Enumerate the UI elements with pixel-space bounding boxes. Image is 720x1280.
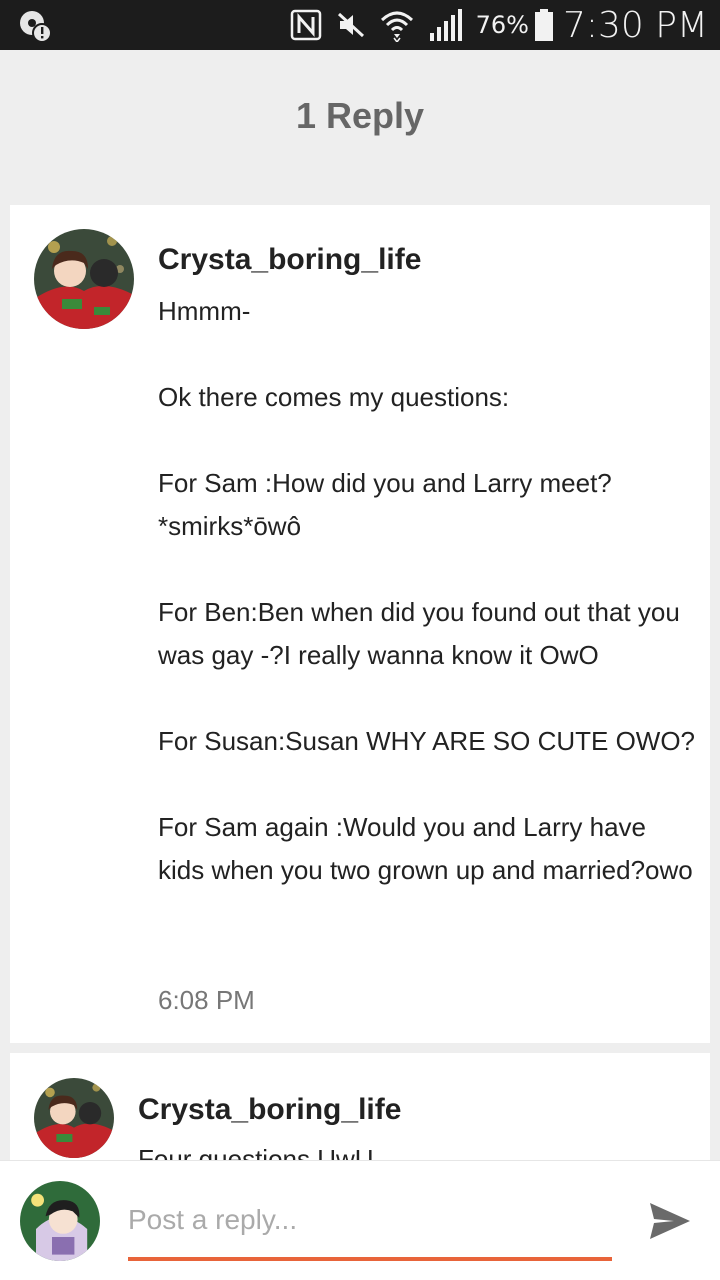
comment-card: Crysta_boring_life Four questions UwU bbox=[10, 1053, 710, 1163]
reply-input-underline bbox=[128, 1257, 612, 1261]
status-time: 7:30 PM bbox=[562, 4, 708, 46]
signal-icon bbox=[429, 9, 462, 41]
comment-username[interactable]: Crysta_boring_life bbox=[158, 243, 421, 277]
battery-percent: 76% bbox=[475, 11, 529, 39]
mute-icon bbox=[337, 12, 364, 38]
comment-body: Hmmm- Ok there comes my questions: For S… bbox=[158, 296, 696, 885]
status-bar: 76% 7:30 PM bbox=[0, 0, 720, 50]
reply-composer bbox=[0, 1160, 720, 1280]
page-title: 1 Reply bbox=[295, 95, 425, 136]
comment-username[interactable]: Crysta_boring_life bbox=[138, 1093, 401, 1127]
comment-timestamp: 6:08 PM bbox=[158, 985, 255, 1015]
notification-alert-icon bbox=[20, 11, 52, 43]
comment-card: Crysta_boring_life Hmmm- Ok there comes … bbox=[10, 205, 710, 1043]
send-icon[interactable] bbox=[648, 1201, 692, 1241]
reply-input[interactable] bbox=[128, 1195, 612, 1245]
wifi-icon bbox=[380, 11, 413, 42]
reply-header: 1 Reply bbox=[0, 50, 720, 200]
avatar[interactable] bbox=[34, 1078, 114, 1158]
nfc-icon bbox=[290, 9, 321, 41]
avatar[interactable] bbox=[34, 229, 134, 329]
avatar[interactable] bbox=[20, 1181, 100, 1261]
battery-icon bbox=[534, 9, 553, 41]
